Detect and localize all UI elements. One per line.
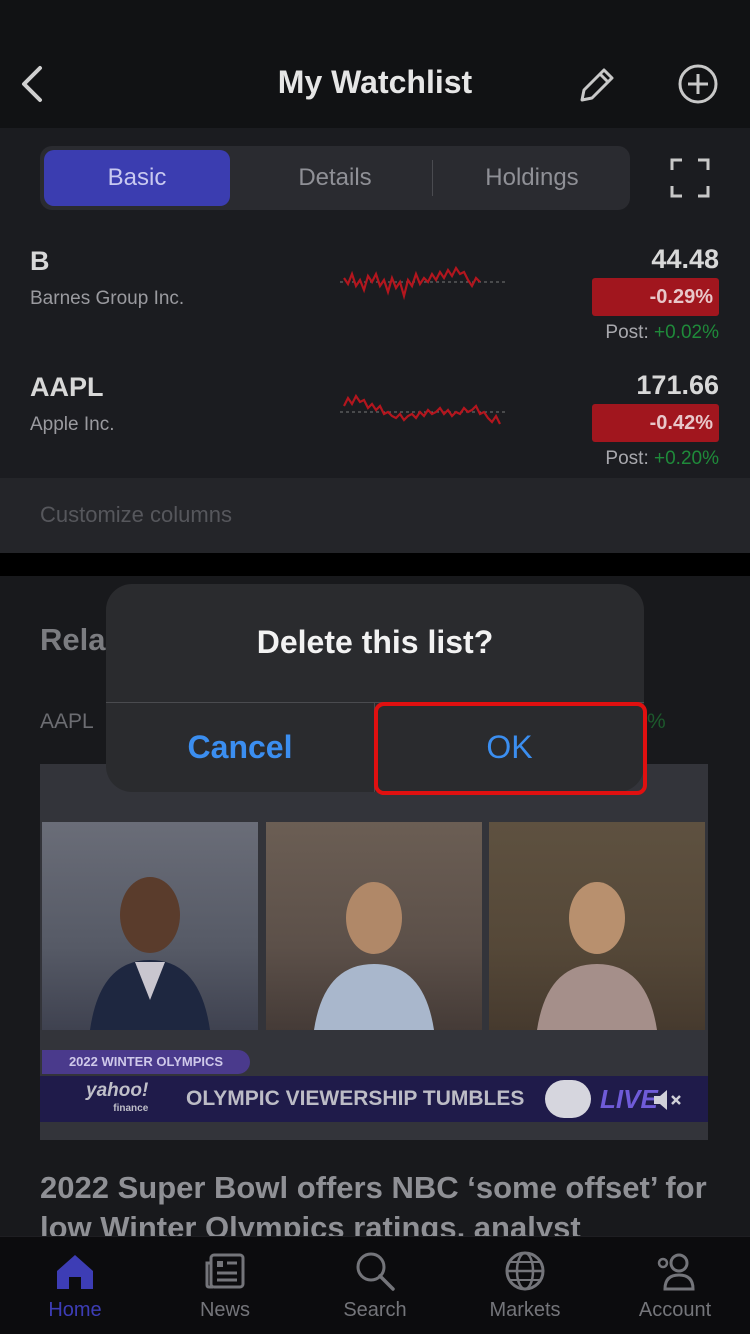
tab-home[interactable]: Home: [0, 1237, 150, 1334]
tab-markets[interactable]: Markets: [450, 1237, 600, 1334]
search-icon: [356, 1252, 395, 1291]
account-settings-icon: [657, 1253, 695, 1291]
dialog-title: Delete this list?: [256, 624, 494, 660]
tab-label: Account: [638, 1299, 712, 1321]
tab-label: Search: [343, 1299, 407, 1321]
globe-icon: [505, 1251, 545, 1291]
tab-label: Home: [48, 1299, 102, 1321]
tab-account[interactable]: Account: [600, 1237, 750, 1334]
news-icon: [205, 1253, 245, 1289]
tab-label: Markets: [489, 1299, 561, 1321]
tab-label: News: [199, 1299, 250, 1321]
tab-search[interactable]: Search: [300, 1237, 450, 1334]
bottom-tab-bar: Home News Search Markets Account: [0, 1236, 750, 1334]
tab-news[interactable]: News: [150, 1237, 300, 1334]
ok-button-highlight: [374, 702, 647, 795]
cancel-button[interactable]: Cancel: [106, 703, 374, 792]
home-icon: [57, 1255, 93, 1289]
